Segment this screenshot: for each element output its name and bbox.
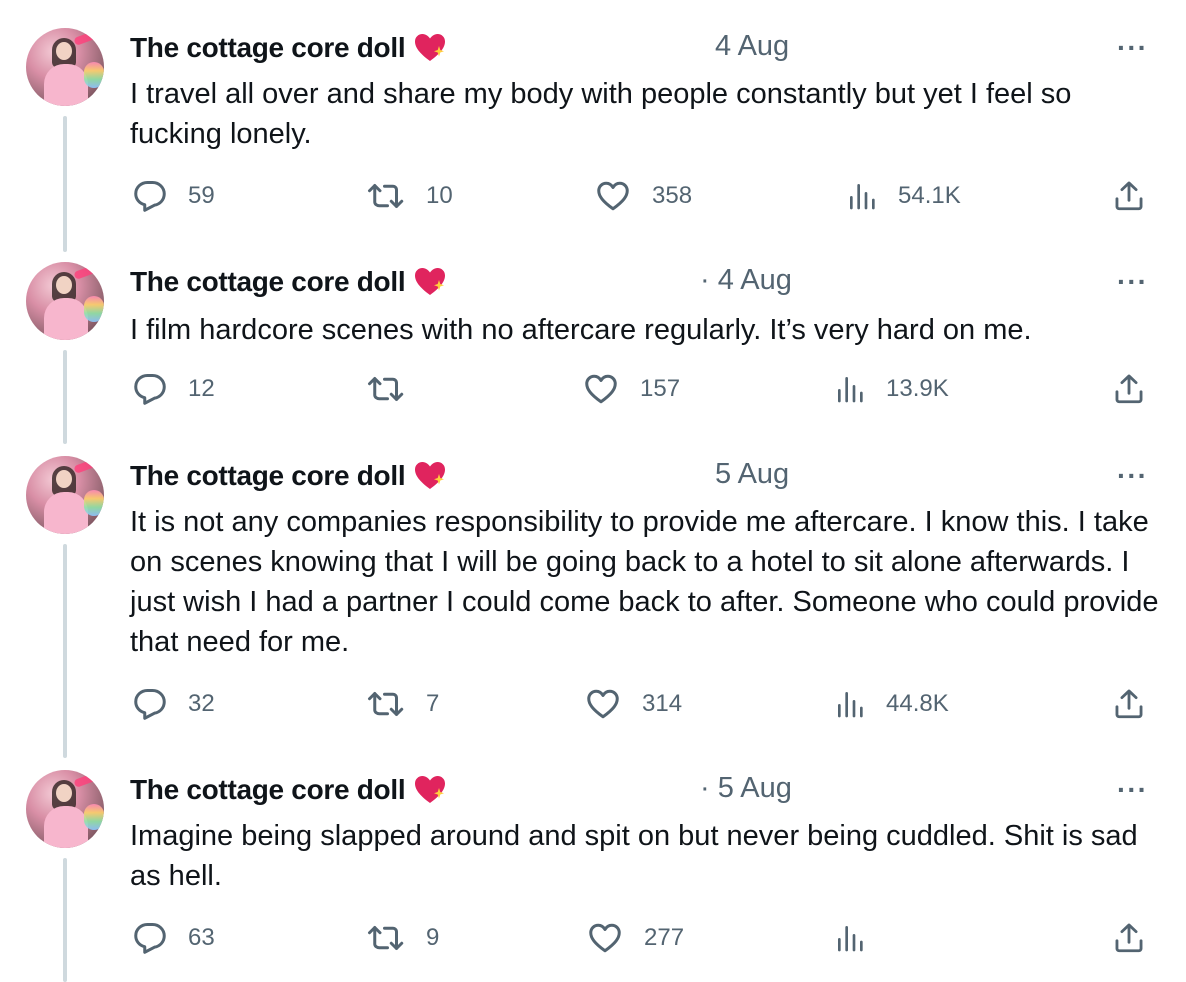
tweet-text: I film hardcore scenes with no aftercare… — [130, 314, 1032, 346]
like-count: 277 — [644, 924, 685, 951]
share-icon — [1115, 923, 1143, 953]
views-button[interactable]: 44.8K — [834, 686, 949, 722]
reply-count: 32 — [188, 690, 215, 717]
retweet-count: 10 — [426, 182, 453, 209]
like-count: 358 — [652, 182, 693, 209]
retweet-icon — [368, 692, 404, 716]
like-button[interactable]: 157 — [582, 371, 680, 407]
sparkling-heart-icon — [413, 774, 447, 806]
share-icon — [1115, 374, 1143, 404]
reply-icon — [134, 374, 166, 405]
display-name[interactable]: The cottage core doll — [130, 460, 406, 492]
views-icon — [838, 692, 863, 718]
display-name[interactable]: The cottage core doll — [130, 266, 406, 298]
tweet-date[interactable]: · 4 Aug — [700, 264, 792, 297]
views-button[interactable]: 54.1K — [846, 178, 961, 214]
retweet-count: 7 — [426, 690, 440, 717]
tweet-date[interactable]: · 5 Aug — [700, 772, 792, 805]
reply-button[interactable]: 59 — [132, 178, 215, 214]
heart-icon — [589, 923, 621, 953]
share-icon — [1115, 181, 1143, 211]
tweet-text: It is not any companies responsibility t… — [130, 506, 1159, 658]
like-count: 157 — [640, 375, 681, 402]
like-count: 314 — [642, 690, 683, 717]
more-options-icon[interactable]: ··· — [1117, 774, 1148, 806]
retweet-icon — [368, 184, 404, 208]
tweet-date[interactable]: 5 Aug — [715, 458, 789, 491]
heart-icon — [585, 374, 617, 404]
tweet-text: I travel all over and share my body with… — [130, 78, 1072, 150]
reply-count: 63 — [188, 924, 215, 951]
more-options-icon[interactable]: ··· — [1117, 460, 1148, 492]
share-button[interactable] — [1112, 178, 1146, 214]
more-options-icon[interactable]: ··· — [1117, 32, 1148, 64]
heart-icon — [587, 689, 619, 719]
like-button[interactable]: 358 — [594, 178, 692, 214]
retweet-count: 9 — [426, 924, 440, 951]
reply-count: 12 — [188, 375, 215, 402]
tweet-text: Imagine being slapped around and spit on… — [130, 820, 1138, 892]
view-count: 13.9K — [886, 375, 949, 402]
share-button[interactable] — [1112, 686, 1146, 722]
share-icon — [1115, 689, 1143, 719]
avatar[interactable] — [26, 456, 104, 534]
views-icon — [850, 184, 875, 210]
view-count: 44.8K — [886, 690, 949, 717]
display-name[interactable]: The cottage core doll — [130, 32, 406, 64]
tweet-date[interactable]: 4 Aug — [715, 30, 789, 63]
view-count: 54.1K — [898, 182, 961, 209]
heart-icon — [597, 181, 629, 211]
display-name[interactable]: The cottage core doll — [130, 774, 406, 806]
retweet-icon — [368, 377, 404, 401]
views-button[interactable]: 13.9K — [834, 371, 949, 407]
retweet-button[interactable] — [366, 371, 426, 407]
views-icon — [838, 377, 863, 403]
share-button[interactable] — [1112, 920, 1146, 956]
reply-button[interactable]: 63 — [132, 920, 215, 956]
sparkling-heart-icon — [413, 266, 447, 298]
like-button[interactable]: 277 — [586, 920, 684, 956]
reply-icon — [134, 181, 166, 212]
views-icon — [838, 926, 863, 952]
reply-button[interactable]: 32 — [132, 686, 215, 722]
reply-icon — [134, 689, 166, 720]
retweet-icon — [368, 926, 404, 950]
reply-count: 59 — [188, 182, 215, 209]
reply-icon — [134, 923, 166, 954]
sparkling-heart-icon — [413, 460, 447, 492]
avatar[interactable] — [26, 262, 104, 340]
sparkling-heart-icon — [413, 32, 447, 64]
reply-button[interactable]: 12 — [132, 371, 215, 407]
avatar[interactable] — [26, 28, 104, 106]
avatar[interactable] — [26, 770, 104, 848]
retweet-button[interactable]: 10 — [366, 178, 453, 214]
share-button[interactable] — [1112, 371, 1146, 407]
views-button[interactable] — [834, 920, 886, 956]
more-options-icon[interactable]: ··· — [1117, 266, 1148, 298]
retweet-button[interactable]: 7 — [366, 686, 439, 722]
like-button[interactable]: 314 — [584, 686, 682, 722]
retweet-button[interactable]: 9 — [366, 920, 439, 956]
